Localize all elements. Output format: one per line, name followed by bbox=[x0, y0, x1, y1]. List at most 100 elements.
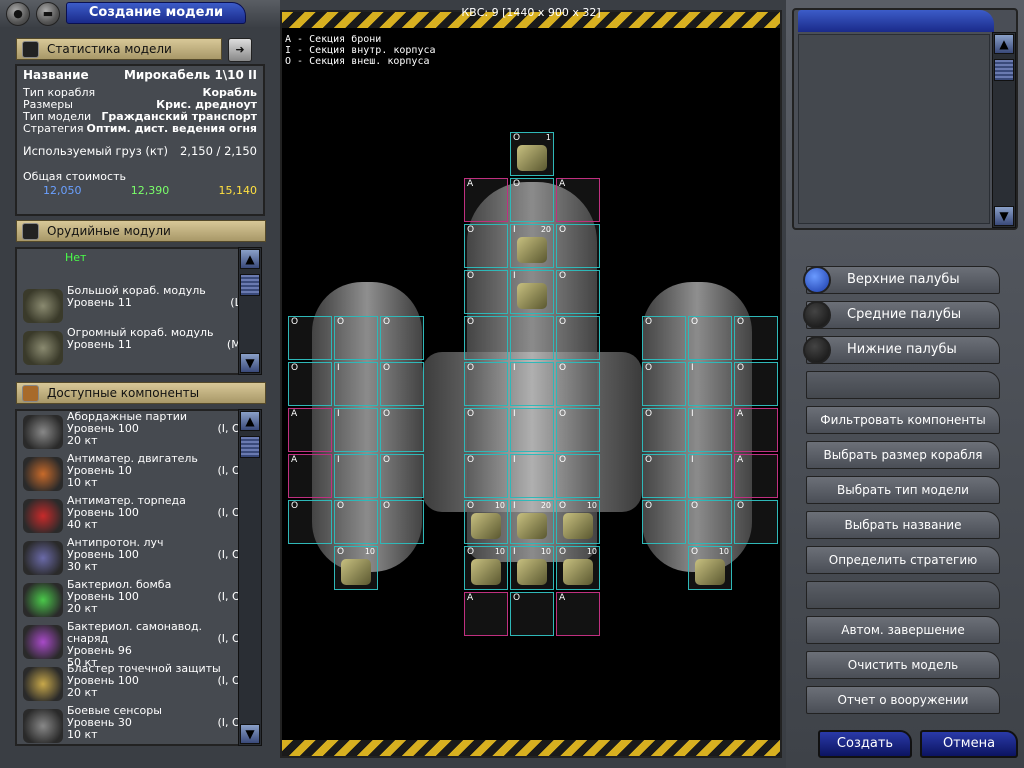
design-slot[interactable]: A bbox=[734, 454, 778, 498]
design-slot[interactable]: O 10 bbox=[556, 546, 600, 590]
weapons-scrollbar[interactable]: ▲ ▼ bbox=[238, 247, 262, 375]
design-slot[interactable]: O bbox=[556, 316, 600, 360]
design-slot[interactable]: O bbox=[642, 362, 686, 406]
scroll-up-icon[interactable]: ▲ bbox=[240, 411, 260, 431]
scroll-down-icon[interactable]: ▼ bbox=[240, 724, 260, 744]
design-slot[interactable]: A bbox=[288, 454, 332, 498]
action-button[interactable]: Автом. завершение bbox=[806, 616, 1000, 644]
design-slot[interactable]: A bbox=[464, 592, 508, 636]
design-slot[interactable]: O bbox=[288, 316, 332, 360]
design-slot[interactable]: O bbox=[380, 362, 424, 406]
design-slot[interactable]: I bbox=[334, 362, 378, 406]
design-slot[interactable]: I bbox=[510, 362, 554, 406]
design-slot[interactable]: O bbox=[688, 500, 732, 544]
design-slot[interactable]: O bbox=[380, 408, 424, 452]
deck-button[interactable]: Нижние палубы bbox=[803, 336, 1000, 364]
scroll-up-icon[interactable]: ▲ bbox=[240, 249, 260, 269]
design-slot[interactable]: A bbox=[556, 592, 600, 636]
design-slot[interactable]: O bbox=[464, 454, 508, 498]
design-slot[interactable]: O bbox=[380, 454, 424, 498]
design-slot[interactable]: O bbox=[288, 362, 332, 406]
component-item[interactable]: Антипротон. луч Уровень 100 30 кт (I, O) bbox=[21, 537, 247, 579]
design-slot[interactable]: O bbox=[556, 454, 600, 498]
scroll-thumb[interactable] bbox=[240, 436, 260, 458]
action-button[interactable]: Определить стратегию bbox=[806, 546, 1000, 574]
design-slot[interactable]: O 10 bbox=[464, 500, 508, 544]
design-slot[interactable]: I bbox=[688, 408, 732, 452]
menu-icon[interactable]: ● bbox=[6, 2, 30, 26]
component-item[interactable]: Бластер точечной защиты Уровень 100 20 кт(… bbox=[21, 663, 247, 705]
design-slot[interactable] bbox=[510, 316, 554, 360]
design-slot[interactable]: A bbox=[556, 178, 600, 222]
design-slot[interactable]: O1 bbox=[510, 132, 554, 176]
design-slot[interactable]: O bbox=[464, 362, 508, 406]
design-slot[interactable]: I bbox=[510, 408, 554, 452]
design-slot[interactable]: O bbox=[380, 500, 424, 544]
design-slot[interactable]: I bbox=[510, 270, 554, 314]
design-slot[interactable]: O bbox=[642, 316, 686, 360]
create-button[interactable]: Создать bbox=[818, 730, 912, 758]
design-slot[interactable]: O 10 bbox=[556, 500, 600, 544]
design-slot[interactable]: A bbox=[464, 178, 508, 222]
action-button[interactable]: Фильтровать компоненты bbox=[806, 406, 1000, 434]
component-item[interactable]: Бактериол. самонавод. снаряд Уровень 96 50… bbox=[21, 621, 247, 669]
scroll-thumb[interactable] bbox=[240, 274, 260, 296]
design-slot[interactable]: O bbox=[734, 316, 778, 360]
action-button[interactable]: Выбрать название bbox=[806, 511, 1000, 539]
design-slot[interactable]: O 10 bbox=[334, 546, 378, 590]
cancel-button[interactable]: Отмена bbox=[920, 730, 1018, 758]
design-slot[interactable]: O bbox=[556, 408, 600, 452]
component-item[interactable]: Антиматер. двигатель Уровень 10 10 кт (I, O… bbox=[21, 453, 247, 495]
component-item[interactable]: Боевые сенсоры Уровень 30 10 кт (I, O) bbox=[21, 705, 247, 747]
scroll-down-icon[interactable]: ▼ bbox=[240, 353, 260, 373]
design-slot[interactable]: O bbox=[464, 316, 508, 360]
design-slot[interactable]: O 10 bbox=[688, 546, 732, 590]
deck-button[interactable]: Верхние палубы bbox=[803, 266, 1000, 294]
weapon-module-item[interactable]: Большой кораб. модульУровень 11(L) bbox=[21, 285, 247, 327]
scroll-down-icon[interactable]: ▼ bbox=[994, 206, 1014, 226]
design-slot[interactable]: O bbox=[688, 316, 732, 360]
design-slot[interactable]: O bbox=[334, 500, 378, 544]
design-slot[interactable]: I 10 bbox=[510, 546, 554, 590]
design-slot[interactable]: O bbox=[334, 316, 378, 360]
design-slot[interactable]: I bbox=[334, 454, 378, 498]
design-slot[interactable]: O bbox=[556, 362, 600, 406]
design-slot[interactable]: O bbox=[510, 592, 554, 636]
design-slot[interactable]: A bbox=[734, 408, 778, 452]
design-slot[interactable]: O bbox=[464, 408, 508, 452]
action-button[interactable]: Выбрать тип модели bbox=[806, 476, 1000, 504]
export-icon[interactable]: ➜ bbox=[228, 38, 252, 62]
scroll-up-icon[interactable]: ▲ bbox=[994, 34, 1014, 54]
design-slot[interactable]: O bbox=[464, 270, 508, 314]
design-slot[interactable]: O bbox=[734, 362, 778, 406]
deck-button[interactable]: Средние палубы bbox=[803, 301, 1000, 329]
component-item[interactable]: Абордажные партии Уровень 100 20 кт (I, O) bbox=[21, 411, 247, 453]
minimize-icon[interactable]: ▬ bbox=[36, 2, 60, 26]
design-slot[interactable]: O bbox=[642, 454, 686, 498]
design-slot[interactable]: I bbox=[688, 362, 732, 406]
design-slot[interactable]: I bbox=[688, 454, 732, 498]
design-slot[interactable]: A bbox=[288, 408, 332, 452]
weapon-module-item[interactable]: Огромный кораб. модуль Уровень 11 (M) bbox=[21, 327, 247, 369]
design-slot[interactable]: O 10 bbox=[464, 546, 508, 590]
design-slot[interactable]: I 20 bbox=[510, 224, 554, 268]
design-slot[interactable]: O bbox=[464, 224, 508, 268]
ship-design-viewport[interactable]: КВС: 9 [1440 x 900 x 32] A - Секция брон… bbox=[280, 6, 782, 758]
action-button[interactable]: Очистить модель bbox=[806, 651, 1000, 679]
component-item[interactable]: Антиматер. торпеда Уровень 100 40 кт (I, O) bbox=[21, 495, 247, 537]
design-slot[interactable]: O bbox=[556, 270, 600, 314]
design-slot[interactable]: O bbox=[556, 224, 600, 268]
design-slot[interactable]: O bbox=[734, 500, 778, 544]
preview-scrollbar[interactable]: ▲ ▼ bbox=[992, 32, 1016, 228]
design-slot[interactable]: O bbox=[288, 500, 332, 544]
design-slot[interactable]: O bbox=[510, 178, 554, 222]
design-slot[interactable]: O bbox=[642, 500, 686, 544]
scroll-thumb[interactable] bbox=[994, 59, 1014, 81]
design-slot[interactable]: O bbox=[642, 408, 686, 452]
action-button[interactable]: Отчет о вооружении bbox=[806, 686, 1000, 714]
components-scrollbar[interactable]: ▲ ▼ bbox=[238, 409, 262, 746]
design-slot[interactable]: I bbox=[334, 408, 378, 452]
action-button[interactable]: Выбрать размер корабля bbox=[806, 441, 1000, 469]
design-slot[interactable]: I bbox=[510, 454, 554, 498]
component-item[interactable]: Бактериол. бомба Уровень 100 20 кт (I, O) bbox=[21, 579, 247, 621]
